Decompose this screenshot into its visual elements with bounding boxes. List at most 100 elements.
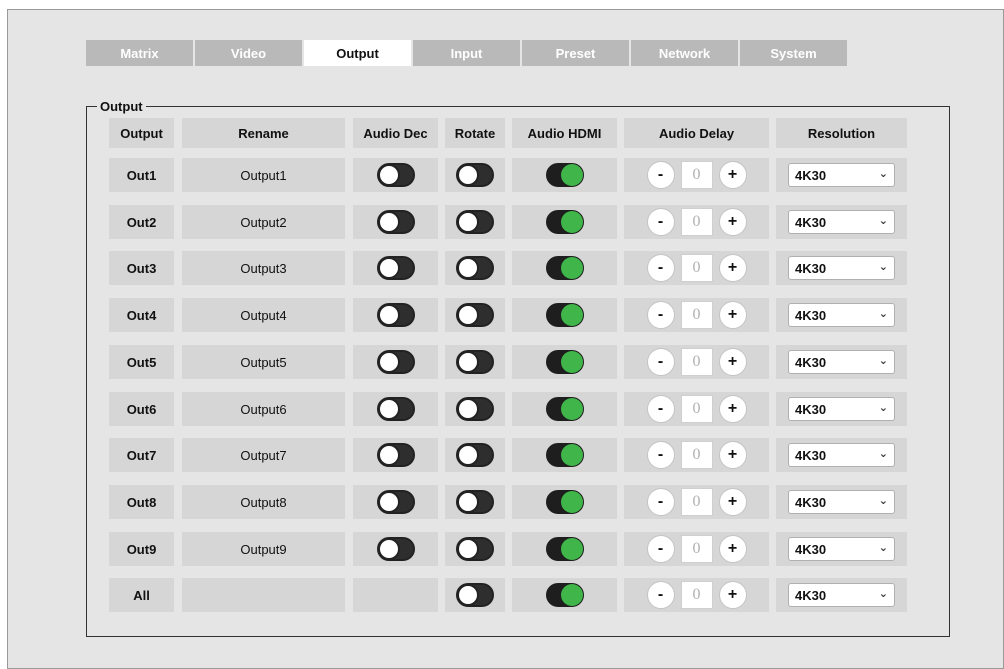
- audio-hdmi-all-toggle[interactable]: [545, 583, 584, 607]
- audio-dec-toggle[interactable]: [376, 256, 415, 280]
- audio-delay-stepper: -0 +: [646, 395, 747, 423]
- rename-field[interactable]: Output6: [182, 392, 345, 426]
- tab-input[interactable]: Input: [413, 40, 520, 66]
- delay-plus-button[interactable]: +: [718, 254, 747, 282]
- audio-dec-toggle[interactable]: [376, 397, 415, 421]
- audio-hdmi-toggle[interactable]: [545, 537, 584, 561]
- audio-hdmi-toggle[interactable]: [545, 303, 584, 327]
- delay-plus-button[interactable]: +: [718, 535, 747, 563]
- rotate-toggle[interactable]: [456, 350, 494, 374]
- delay-minus-button[interactable]: -: [646, 254, 675, 282]
- toggle-knob: [377, 491, 400, 513]
- resolution-select[interactable]: 4K30 ⌄: [788, 537, 895, 561]
- audio-dec-toggle[interactable]: [376, 350, 415, 374]
- tab-output[interactable]: Output: [304, 40, 411, 66]
- delay-minus-button[interactable]: -: [646, 161, 675, 189]
- audio-hdmi-toggle[interactable]: [545, 397, 584, 421]
- delay-value-input[interactable]: 0: [680, 254, 713, 282]
- delay-value-input[interactable]: 0: [680, 395, 713, 423]
- resolution-select[interactable]: 4K30 ⌄: [788, 490, 895, 514]
- delay-minus-button[interactable]: -: [646, 535, 675, 563]
- audio-hdmi-toggle[interactable]: [545, 163, 584, 187]
- delay-plus-button[interactable]: +: [718, 208, 747, 236]
- delay-value-input[interactable]: 0: [680, 208, 713, 236]
- audio-hdmi-toggle[interactable]: [545, 443, 584, 467]
- rotate-toggle[interactable]: [456, 256, 494, 280]
- rename-field[interactable]: Output8: [182, 485, 345, 519]
- resolution-select[interactable]: 4K30 ⌄: [788, 210, 895, 234]
- audio-hdmi-toggle[interactable]: [545, 490, 584, 514]
- audio-dec-toggle[interactable]: [376, 443, 415, 467]
- audio-dec-toggle[interactable]: [376, 210, 415, 234]
- audio-delay-cell: -0 +: [624, 485, 769, 519]
- audio-dec-toggle[interactable]: [376, 490, 415, 514]
- rename-field[interactable]: Output3: [182, 251, 345, 285]
- delay-minus-button[interactable]: -: [646, 301, 675, 329]
- delay-value-input[interactable]: 0: [680, 441, 713, 469]
- header-output: Output: [109, 118, 174, 148]
- rotate-toggle[interactable]: [456, 210, 494, 234]
- delay-value-input[interactable]: 0: [680, 301, 713, 329]
- delay-value-input[interactable]: 0: [680, 535, 713, 563]
- toggle-knob: [560, 398, 583, 420]
- resolution-select[interactable]: 4K30 ⌄: [788, 443, 895, 467]
- rotate-toggle[interactable]: [456, 443, 494, 467]
- output-label: Out3: [109, 251, 174, 285]
- resolution-select[interactable]: 4K30 ⌄: [788, 256, 895, 280]
- delay-minus-button[interactable]: -: [646, 441, 675, 469]
- delay-plus-button[interactable]: +: [718, 581, 747, 609]
- resolution-select[interactable]: 4K30 ⌄: [788, 350, 895, 374]
- rename-field[interactable]: Output2: [182, 205, 345, 239]
- tab-preset[interactable]: Preset: [522, 40, 629, 66]
- delay-plus-button[interactable]: +: [718, 301, 747, 329]
- rotate-toggle[interactable]: [456, 397, 494, 421]
- output-label-all: All: [109, 578, 174, 612]
- rename-field[interactable]: Output1: [182, 158, 345, 192]
- rename-field[interactable]: Output7: [182, 438, 345, 472]
- tab-network[interactable]: Network: [631, 40, 738, 66]
- audio-hdmi-toggle[interactable]: [545, 210, 584, 234]
- toggle-knob: [457, 491, 479, 513]
- delay-plus-button[interactable]: +: [718, 395, 747, 423]
- audio-dec-toggle[interactable]: [376, 537, 415, 561]
- resolution-select[interactable]: 4K30 ⌄: [788, 583, 895, 607]
- delay-value-input[interactable]: 0: [680, 488, 713, 516]
- toggle-knob: [560, 257, 583, 279]
- audio-dec-toggle[interactable]: [376, 163, 415, 187]
- delay-value-input[interactable]: 0: [680, 348, 713, 376]
- delay-plus-button[interactable]: +: [718, 348, 747, 376]
- audio-delay-cell: -0 +: [624, 345, 769, 379]
- rename-empty-cell: [182, 578, 345, 612]
- rename-field[interactable]: Output4: [182, 298, 345, 332]
- delay-minus-button[interactable]: -: [646, 348, 675, 376]
- delay-value-input[interactable]: 0: [680, 581, 713, 609]
- resolution-value: 4K30: [795, 401, 827, 417]
- chevron-down-icon: ⌄: [878, 261, 888, 273]
- rename-field[interactable]: Output9: [182, 532, 345, 566]
- delay-plus-button[interactable]: +: [718, 161, 747, 189]
- delay-plus-button[interactable]: +: [718, 441, 747, 469]
- audio-dec-cell: [353, 392, 438, 426]
- resolution-select[interactable]: 4K30 ⌄: [788, 303, 895, 327]
- rotate-toggle[interactable]: [456, 490, 494, 514]
- delay-minus-button[interactable]: -: [646, 581, 675, 609]
- rotate-toggle[interactable]: [456, 537, 494, 561]
- audio-dec-toggle[interactable]: [376, 303, 415, 327]
- delay-minus-button[interactable]: -: [646, 208, 675, 236]
- tab-video[interactable]: Video: [195, 40, 302, 66]
- delay-minus-button[interactable]: -: [646, 488, 675, 516]
- audio-hdmi-toggle[interactable]: [545, 350, 584, 374]
- tab-system[interactable]: System: [740, 40, 847, 66]
- tab-matrix[interactable]: Matrix: [86, 40, 193, 66]
- rotate-toggle[interactable]: [456, 163, 494, 187]
- rotate-toggle[interactable]: [456, 303, 494, 327]
- rotate-all-toggle[interactable]: [456, 583, 494, 607]
- rotate-cell: [445, 578, 505, 612]
- delay-minus-button[interactable]: -: [646, 395, 675, 423]
- delay-value-input[interactable]: 0: [680, 161, 713, 189]
- resolution-select[interactable]: 4K30 ⌄: [788, 397, 895, 421]
- audio-hdmi-toggle[interactable]: [545, 256, 584, 280]
- delay-plus-button[interactable]: +: [718, 488, 747, 516]
- rename-field[interactable]: Output5: [182, 345, 345, 379]
- resolution-select[interactable]: 4K30 ⌄: [788, 163, 895, 187]
